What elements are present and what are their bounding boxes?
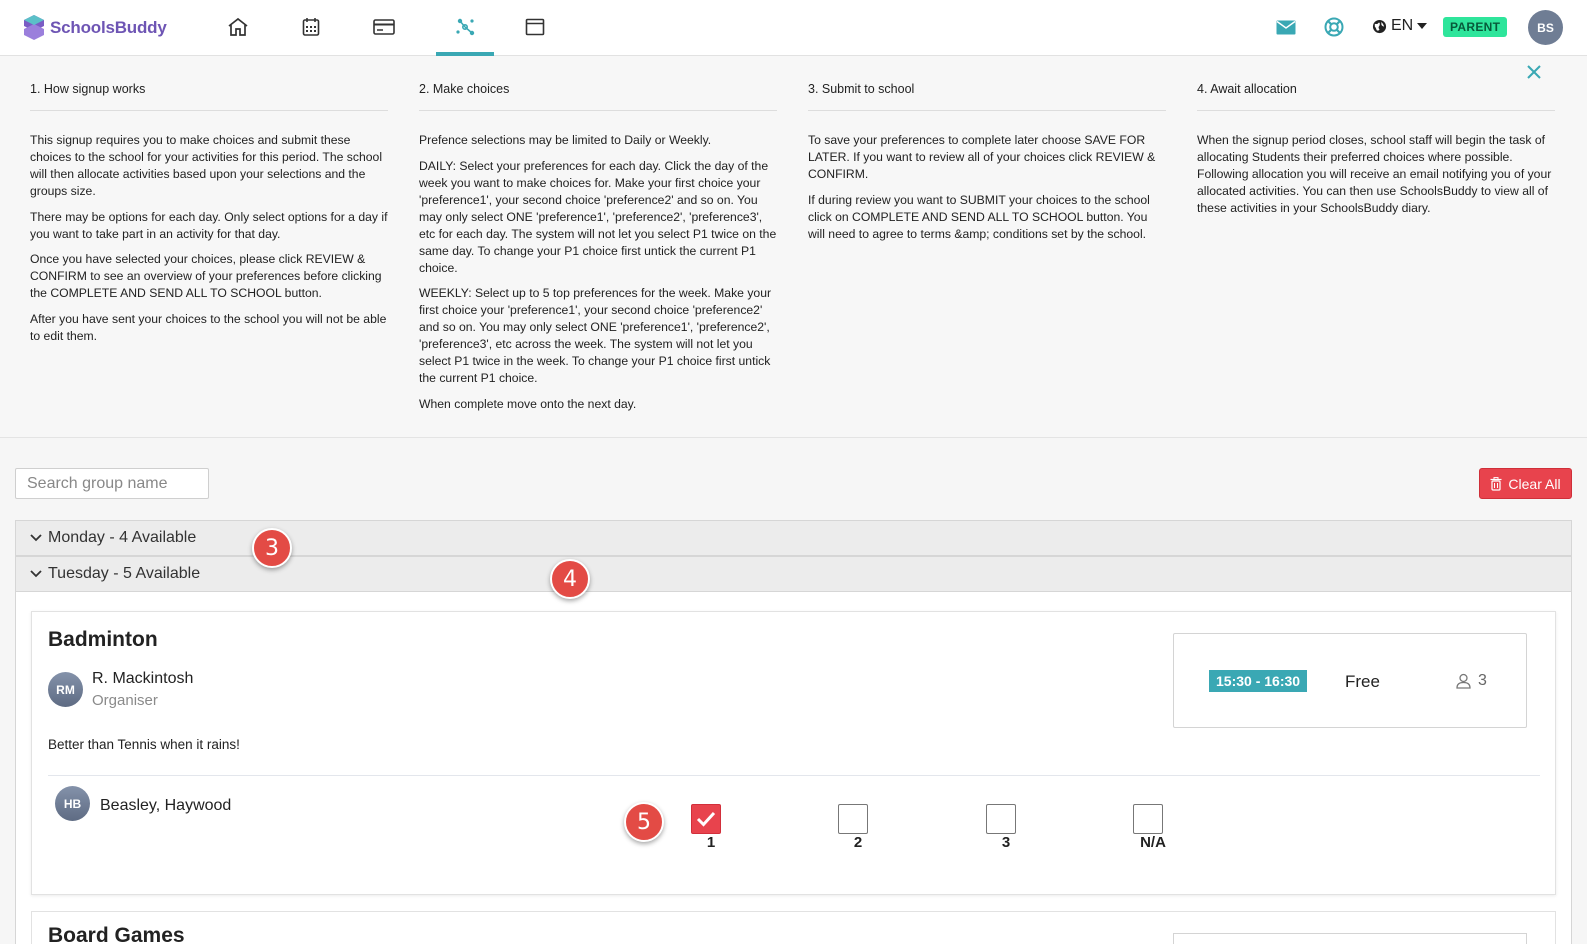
chevron-down-icon (30, 570, 42, 578)
info-column-title: 3. Submit to school (808, 81, 1166, 111)
top-navigation-bar: SchoolsBuddy EN PARENT BS (0, 0, 1587, 56)
trash-icon (1490, 476, 1502, 491)
language-label: EN (1391, 17, 1414, 34)
session-capacity: 3 (1456, 672, 1487, 690)
help-button[interactable] (1322, 15, 1346, 39)
info-paragraph: To save your preferences to complete lat… (808, 133, 1156, 181)
preference-label: N/A (1140, 834, 1166, 851)
calendar-icon (302, 18, 320, 36)
day-header-tuesday[interactable]: Tuesday - 5 Available (15, 556, 1572, 592)
nav-home[interactable] (225, 14, 251, 40)
mail-icon (1276, 20, 1296, 34)
nav-calendar[interactable] (298, 14, 324, 40)
info-paragraph: This signup requires you to make choices… (30, 133, 383, 198)
preference-3[interactable] (986, 804, 1016, 834)
info-paragraph: Prefence selections may be limited to Da… (419, 133, 712, 147)
preference-na[interactable] (1133, 804, 1163, 834)
tuesday-activities: Badminton RM R. Mackintosh Organiser Bet… (15, 592, 1572, 944)
session-info-box: 15:30 - 16:30 Free 3 (1173, 633, 1527, 728)
organiser-name: R. Mackintosh (92, 670, 194, 687)
preference-label: 3 (1001, 834, 1011, 851)
signup-info-panel: 1. How signup works This signup requires… (0, 56, 1587, 438)
preference-2[interactable] (838, 804, 868, 834)
capacity-count: 3 (1478, 672, 1487, 689)
day-label: Tuesday - 5 Available (48, 565, 201, 582)
search-group-input[interactable] (15, 468, 209, 499)
info-column-title: 4. Await allocation (1197, 81, 1555, 111)
info-column-2: 2. Make choices Prefence selections may … (419, 81, 777, 421)
organiser-role: Organiser (92, 692, 158, 709)
info-column-title: 1. How signup works (30, 81, 388, 111)
session-time-badge: 15:30 - 16:30 (1209, 670, 1308, 692)
preference-checkbox[interactable] (1133, 804, 1163, 834)
nav-payments[interactable] (371, 14, 397, 40)
info-paragraph: If during review you want to SUBMIT your… (808, 192, 1150, 241)
language-selector[interactable]: EN (1372, 17, 1428, 35)
student-avatar: HB (55, 786, 90, 821)
card-divider (48, 775, 1540, 776)
preference-label: 1 (706, 834, 716, 851)
activity-title: Board Games (48, 924, 185, 944)
info-column-4: 4. Await allocation When the signup peri… (1197, 81, 1555, 226)
annotation-marker: 4 (550, 559, 590, 599)
clear-all-label: Clear All (1508, 475, 1561, 492)
student-name: Beasley, Haywood (100, 797, 232, 814)
info-column-3: 3. Submit to school To save your prefere… (808, 81, 1166, 251)
day-label: Monday - 4 Available (48, 529, 197, 546)
info-paragraph: There may be options for each day. Only … (30, 209, 388, 241)
close-info-button[interactable] (1526, 64, 1544, 82)
annotation-marker: 3 (252, 528, 292, 568)
info-column-1: 1. How signup works This signup requires… (30, 81, 388, 353)
preference-checkbox[interactable] (838, 804, 868, 834)
preference-checkbox[interactable] (986, 804, 1016, 834)
close-icon (1527, 65, 1541, 79)
session-info-box (1173, 933, 1527, 944)
annotation-marker: 5 (624, 802, 664, 842)
info-paragraph: DAILY: Select your preferences for each … (419, 158, 777, 275)
nav-window[interactable] (522, 14, 548, 40)
info-paragraph: When the signup period closes, school st… (1197, 133, 1552, 215)
activity-title: Badminton (48, 628, 158, 651)
globe-icon (1372, 19, 1387, 33)
role-badge: PARENT (1443, 17, 1508, 37)
info-column-title: 2. Make choices (419, 81, 777, 111)
preference-checkbox-checked[interactable] (691, 804, 721, 834)
chevron-down-icon (30, 534, 42, 542)
clear-all-button[interactable]: Clear All (1479, 468, 1572, 499)
day-header-monday[interactable]: Monday - 4 Available (15, 520, 1572, 556)
info-paragraph: Once you have selected your choices, ple… (30, 252, 382, 300)
info-paragraph: After you have sent your choices to the … (30, 311, 387, 343)
checkmark-icon (696, 811, 716, 827)
session-price: Free (1345, 672, 1380, 691)
person-icon (1456, 673, 1471, 689)
logo-text: SchoolsBuddy (50, 18, 167, 37)
schoolsbuddy-logo[interactable]: SchoolsBuddy (22, 13, 167, 43)
window-icon (525, 18, 545, 36)
home-icon (228, 17, 248, 36)
messages-button[interactable] (1274, 15, 1298, 39)
user-avatar[interactable]: BS (1528, 10, 1563, 45)
activity-description: Better than Tennis when it rains! (48, 737, 240, 752)
preference-1[interactable] (691, 804, 721, 834)
caret-down-icon (1417, 23, 1428, 29)
activities-icon (456, 18, 475, 36)
preference-label: 2 (853, 834, 863, 851)
payment-card-icon (373, 19, 395, 35)
logo-cube-icon (24, 15, 44, 40)
info-paragraph: When complete move onto the next day. (419, 396, 637, 411)
info-paragraph: WEEKLY: Select up to 5 top preferences f… (419, 286, 772, 385)
lifebuoy-icon (1324, 17, 1344, 37)
nav-activities[interactable] (452, 14, 478, 40)
organiser-avatar: RM (48, 672, 83, 707)
activity-card: Board Games (31, 911, 1556, 944)
activity-card: Badminton RM R. Mackintosh Organiser Bet… (31, 611, 1556, 895)
